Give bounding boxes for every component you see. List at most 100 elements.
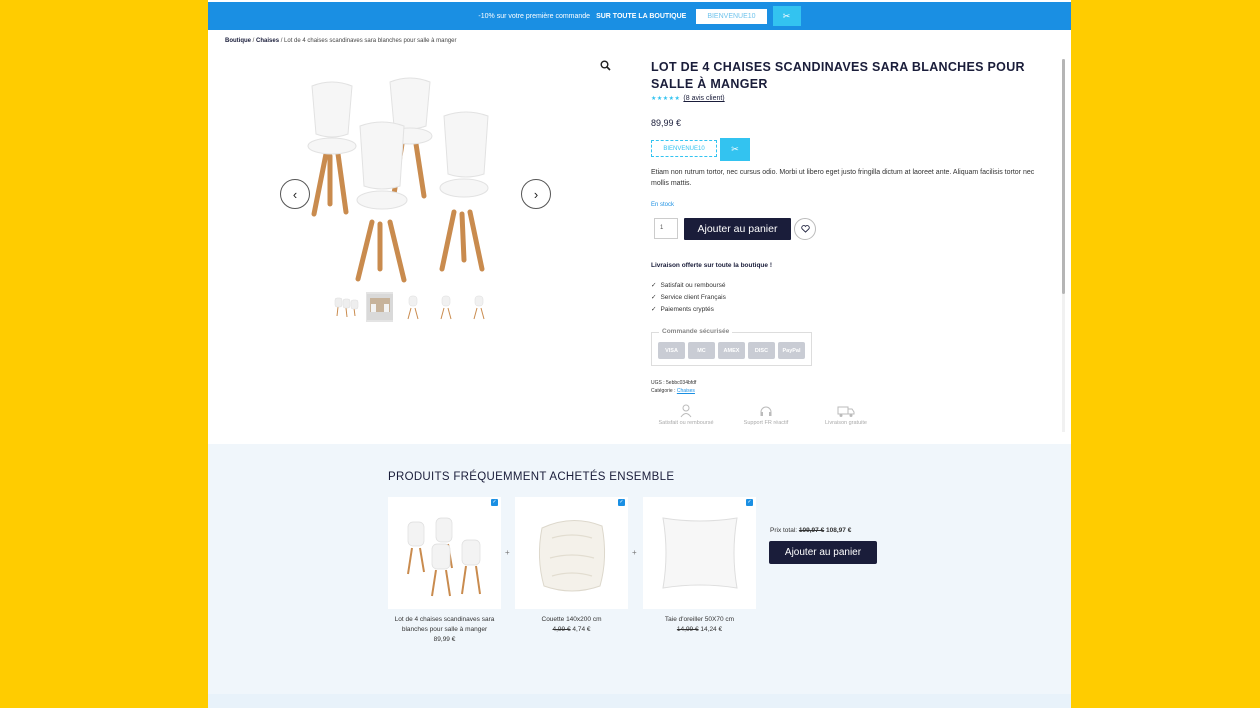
fbt-title: PRODUITS FRÉQUEMMENT ACHETÉS ENSEMBLE bbox=[388, 471, 675, 483]
feature-item: Satisfait ou remboursé bbox=[651, 404, 721, 426]
product-price: 89,99 € bbox=[651, 118, 682, 128]
headset-icon bbox=[760, 406, 772, 416]
total-label: Prix total: bbox=[770, 527, 798, 534]
promo-code[interactable]: BIENVENUE10 bbox=[696, 8, 767, 24]
thumbnail[interactable] bbox=[432, 292, 459, 322]
total-new-price: 108,97 € bbox=[826, 527, 852, 534]
thumbnail[interactable] bbox=[333, 292, 360, 322]
gallery-thumbnails bbox=[333, 292, 492, 322]
fbt-product-name[interactable]: Taie d'oreiller 50X70 cm bbox=[643, 615, 756, 625]
quantity-input[interactable]: 1 bbox=[654, 218, 678, 239]
details-scrollbar[interactable] bbox=[1062, 59, 1065, 432]
fbt-total: Prix total: 109,97 € 108,97 € bbox=[770, 527, 851, 534]
check-icon: ✓ bbox=[651, 282, 657, 289]
search-icon[interactable] bbox=[600, 60, 611, 74]
product-meta: UGS : 5ebbc034bfdf Catégorie : Chaises bbox=[651, 379, 696, 395]
page: -10% sur votre première commande SUR TOU… bbox=[208, 0, 1071, 708]
fbt-product[interactable]: ✓ Taie d'oreiller 50X70 cm 14,99 € 14,24… bbox=[643, 497, 756, 635]
price-value: 14,24 € bbox=[700, 626, 723, 633]
fbt-add-to-cart-button[interactable]: Ajouter au panier bbox=[769, 541, 877, 564]
coupon-box: BIENVENUE10 ✂ bbox=[651, 138, 750, 161]
thumbnail[interactable] bbox=[399, 292, 426, 322]
breadcrumb-home[interactable]: Boutique bbox=[225, 38, 251, 44]
feature-label: Satisfait ou remboursé bbox=[658, 420, 714, 426]
gallery-next-button[interactable]: › bbox=[521, 179, 551, 209]
benefit-label: Service client Français bbox=[660, 293, 726, 301]
fbt-product-image[interactable]: ✓ bbox=[643, 497, 756, 609]
product-rating: ★★★★★ (8 avis client) bbox=[651, 95, 725, 102]
feature-label: Support FR réactif bbox=[743, 420, 789, 426]
feature-item: Support FR réactif bbox=[731, 404, 801, 426]
paypal-icon: PayPal bbox=[778, 342, 805, 359]
fbt-product-price: 89,99 € bbox=[388, 635, 501, 645]
feature-item: Livraison gratuite bbox=[811, 404, 881, 426]
check-icon: ✓ bbox=[651, 306, 657, 313]
stock-status: En stock bbox=[651, 202, 675, 208]
benefit-item: ✓ Service client Français bbox=[651, 291, 726, 303]
sku-label: UGS : bbox=[651, 380, 665, 386]
scrollbar-thumb[interactable] bbox=[1062, 59, 1065, 294]
fbt-product-price: 4,99 € 4,74 € bbox=[515, 625, 628, 635]
discover-icon: DISC bbox=[748, 342, 775, 359]
mastercard-icon: MC bbox=[688, 342, 715, 359]
promo-text: -10% sur votre première commande bbox=[478, 12, 591, 20]
checkbox[interactable]: ✓ bbox=[618, 499, 625, 506]
fbt-product-image[interactable]: ✓ bbox=[388, 497, 501, 609]
thumbnail[interactable] bbox=[465, 292, 492, 322]
benefit-item: ✓ Satisfait ou remboursé bbox=[651, 279, 726, 291]
footer-band bbox=[208, 694, 1071, 708]
fbt-product[interactable]: ✓ Lot de 4 chaises scandinaves sara blan… bbox=[388, 497, 501, 645]
truck-icon bbox=[837, 406, 855, 417]
sku-value: 5ebbc034bfdf bbox=[666, 380, 697, 386]
secure-legend: Commande sécurisée bbox=[659, 328, 733, 335]
secure-payment-box: Commande sécurisée VISA MC AMEX DISC Pay… bbox=[651, 328, 812, 366]
thumbnail[interactable] bbox=[366, 292, 393, 322]
breadcrumb-category[interactable]: Chaises bbox=[256, 38, 279, 44]
old-price: 4,99 € bbox=[552, 626, 571, 633]
fbt-product-name[interactable]: Couette 140x200 cm bbox=[515, 615, 628, 625]
benefits-list: ✓ Satisfait ou remboursé ✓ Service client … bbox=[651, 279, 726, 315]
add-to-cart-button[interactable]: Ajouter au panier bbox=[684, 218, 791, 240]
breadcrumb-current: Lot de 4 chaises scandinaves sara blanch… bbox=[284, 38, 457, 44]
product-description: Etiam non rutrum tortor, nec cursus odio… bbox=[651, 169, 1035, 187]
benefit-item: ✓ Paiements cryptés bbox=[651, 303, 726, 315]
plus-icon: + bbox=[505, 548, 510, 557]
features-row: Satisfait ou remboursé Support FR réacti… bbox=[651, 404, 881, 426]
feature-label: Livraison gratuite bbox=[825, 420, 867, 426]
promo-text-bold: SUR TOUTE LA BOUTIQUE bbox=[596, 12, 687, 20]
visa-icon: VISA bbox=[658, 342, 685, 359]
frequently-bought-section: PRODUITS FRÉQUEMMENT ACHETÉS ENSEMBLE ✓ … bbox=[208, 444, 1071, 694]
checkbox[interactable]: ✓ bbox=[746, 499, 753, 506]
coupon-code[interactable]: BIENVENUE10 bbox=[651, 140, 717, 157]
chairs-image bbox=[307, 77, 489, 283]
category-link[interactable]: Chaises bbox=[677, 388, 695, 394]
benefit-label: Satisfait ou remboursé bbox=[660, 281, 726, 289]
person-icon bbox=[680, 404, 692, 418]
gallery-prev-button[interactable]: ‹ bbox=[280, 179, 310, 209]
fbt-product[interactable]: ✓ Couette 140x200 cm 4,99 € 4,74 € bbox=[515, 497, 628, 635]
benefit-label: Paiements cryptés bbox=[660, 305, 714, 313]
heart-icon[interactable] bbox=[794, 218, 816, 240]
promo-banner: -10% sur votre première commande SUR TOU… bbox=[208, 2, 1071, 30]
fbt-product-image[interactable]: ✓ bbox=[515, 497, 628, 609]
price-value: 89,99 € bbox=[433, 636, 456, 643]
shipping-notice: Livraison offerte sur toute la boutique … bbox=[651, 262, 772, 269]
scissors-icon[interactable]: ✂ bbox=[772, 6, 801, 26]
fbt-product-name[interactable]: Lot de 4 chaises scandinaves sara blanch… bbox=[388, 615, 501, 635]
reviews-link[interactable]: (8 avis client) bbox=[683, 95, 724, 102]
check-icon: ✓ bbox=[651, 294, 657, 301]
checkbox[interactable]: ✓ bbox=[491, 499, 498, 506]
star-rating-icon: ★★★★★ bbox=[651, 96, 681, 102]
payment-cards: VISA MC AMEX DISC PayPal bbox=[658, 342, 805, 359]
product-main-image[interactable] bbox=[304, 64, 526, 288]
total-old-price: 109,97 € bbox=[798, 527, 825, 534]
product-title: LOT DE 4 CHAISES SCANDINAVES SARA BLANCH… bbox=[651, 60, 1025, 91]
old-price: 14,99 € bbox=[676, 626, 699, 633]
breadcrumb: Boutique / Chaises / Lot de 4 chaises sc… bbox=[225, 38, 457, 44]
amex-icon: AMEX bbox=[718, 342, 745, 359]
price-value: 4,74 € bbox=[572, 626, 591, 633]
plus-icon: + bbox=[632, 548, 637, 557]
category-label: Catégorie : bbox=[651, 388, 676, 394]
fbt-product-price: 14,99 € 14,24 € bbox=[643, 625, 756, 635]
scissors-icon[interactable]: ✂ bbox=[720, 138, 750, 161]
